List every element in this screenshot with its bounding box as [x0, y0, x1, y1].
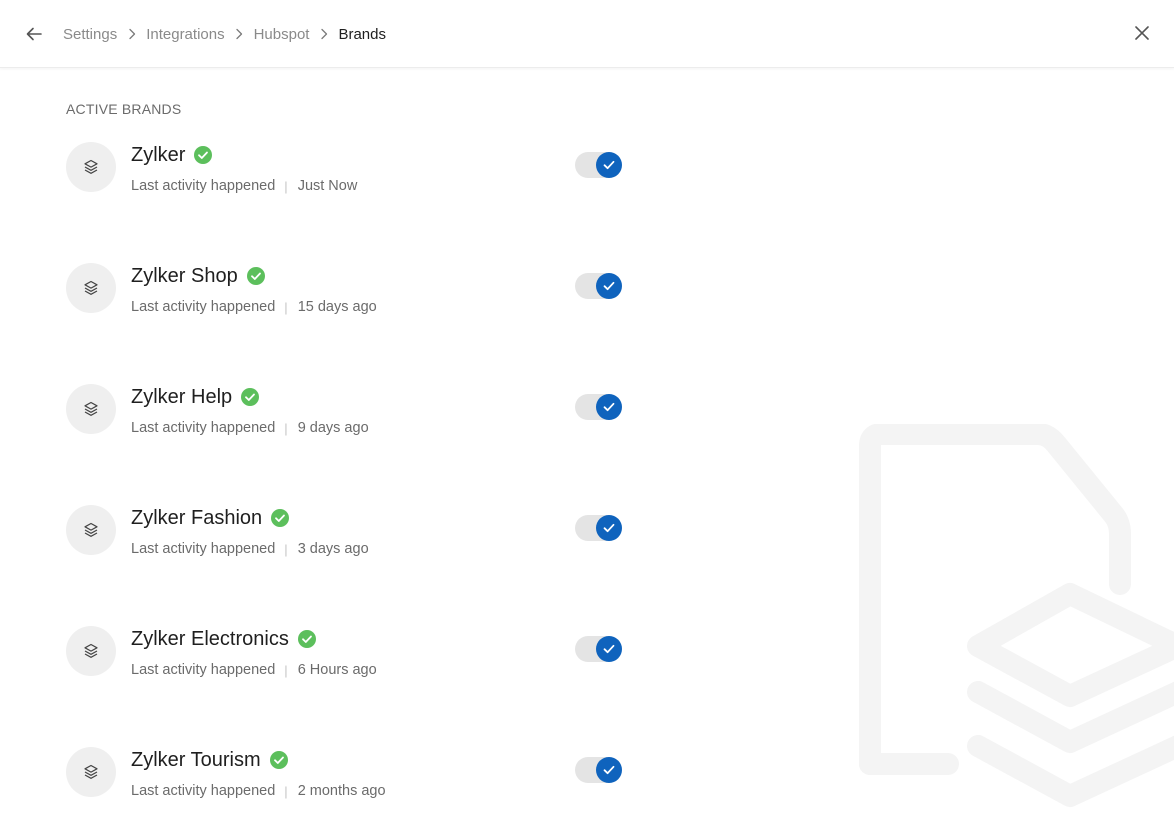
toggle-knob — [596, 273, 622, 299]
activity-label: Last activity happened — [131, 178, 276, 194]
brand-toggle[interactable] — [575, 636, 622, 662]
brand-toggle[interactable] — [575, 394, 622, 420]
brand-avatar — [66, 142, 116, 192]
document-layers-illustration — [859, 424, 1174, 807]
check-icon — [603, 644, 615, 654]
check-icon — [603, 160, 615, 170]
close-icon — [1135, 26, 1149, 40]
check-circle-icon — [241, 388, 260, 406]
last-activity-time: 6 Hours ago — [297, 662, 377, 678]
brand-name: Zylker Fashion — [131, 506, 263, 529]
section-title: ACTIVE BRANDS — [66, 101, 182, 117]
layers-icon — [84, 280, 98, 295]
breadcrumb-hubspot[interactable]: Hubspot — [254, 26, 310, 43]
back-button[interactable] — [22, 22, 46, 46]
brand-name: Zylker Help — [131, 385, 233, 408]
toggle-knob — [596, 394, 622, 420]
meta-divider: | — [284, 299, 288, 315]
layers-icon — [84, 159, 98, 174]
last-activity-time: Just Now — [297, 178, 358, 194]
activity-label: Last activity happened — [131, 420, 276, 436]
meta-divider: | — [284, 783, 288, 799]
toggle-knob — [596, 636, 622, 662]
chevron-right-icon — [309, 28, 338, 40]
chevron-right-icon — [225, 28, 254, 40]
check-icon — [603, 523, 615, 533]
brand-name: Zylker Tourism — [131, 748, 261, 771]
brand-row-zylker-help: Zylker Help Last activity happened | 9 d… — [66, 384, 626, 444]
brand-toggle[interactable] — [575, 515, 622, 541]
toggle-knob — [596, 515, 622, 541]
breadcrumb-integrations[interactable]: Integrations — [146, 26, 224, 43]
check-icon — [603, 281, 615, 291]
check-circle-icon — [194, 146, 213, 164]
brand-name: Zylker — [131, 143, 186, 166]
last-activity-time: 15 days ago — [297, 299, 377, 315]
brand-toggle[interactable] — [575, 273, 622, 299]
last-activity-time: 9 days ago — [297, 420, 369, 436]
brand-avatar — [66, 384, 116, 434]
last-activity-time: 2 months ago — [297, 783, 386, 799]
close-button[interactable] — [1130, 21, 1154, 45]
last-activity-time: 3 days ago — [297, 541, 369, 557]
check-circle-icon — [271, 509, 290, 527]
brand-avatar — [66, 263, 116, 313]
breadcrumb-brands: Brands — [338, 25, 386, 43]
arrow-left-icon — [26, 27, 42, 41]
activity-label: Last activity happened — [131, 783, 276, 799]
check-circle-icon — [297, 630, 316, 648]
toggle-knob — [596, 757, 622, 783]
meta-divider: | — [284, 662, 288, 678]
breadcrumb-settings[interactable]: Settings — [63, 26, 117, 43]
activity-label: Last activity happened — [131, 541, 276, 557]
toggle-knob — [596, 152, 622, 178]
brand-row-zylker-fashion: Zylker Fashion Last activity happened | … — [66, 505, 626, 565]
page-header: Settings Integrations Hubspot Brands — [0, 0, 1174, 68]
activity-label: Last activity happened — [131, 299, 276, 315]
brand-toggle[interactable] — [575, 152, 622, 178]
layers-icon — [84, 522, 98, 537]
breadcrumb: Settings Integrations Hubspot Brands — [63, 24, 386, 44]
check-circle-icon — [269, 751, 288, 769]
meta-divider: | — [284, 178, 288, 194]
activity-label: Last activity happened — [131, 662, 276, 678]
brand-name: Zylker Electronics — [131, 627, 289, 650]
brand-avatar — [66, 626, 116, 676]
brand-toggle[interactable] — [575, 757, 622, 783]
meta-divider: | — [284, 541, 288, 557]
meta-divider: | — [284, 420, 288, 436]
brand-row-zylker-shop: Zylker Shop Last activity happened | 15 … — [66, 263, 626, 323]
brand-row-zylker-tourism: Zylker Tourism Last activity happened | … — [66, 747, 626, 807]
brand-row-zylker-electronics: Zylker Electronics Last activity happene… — [66, 626, 626, 686]
chevron-right-icon — [117, 28, 146, 40]
layers-icon — [84, 401, 98, 416]
brand-avatar — [66, 747, 116, 797]
layers-icon — [84, 764, 98, 779]
brand-row-zylker: Zylker Last activity happened | Just Now — [66, 142, 626, 202]
layers-icon — [84, 643, 98, 658]
brand-name: Zylker Shop — [131, 264, 238, 287]
check-icon — [603, 402, 615, 412]
check-icon — [603, 765, 615, 775]
brand-avatar — [66, 505, 116, 555]
check-circle-icon — [246, 267, 265, 285]
